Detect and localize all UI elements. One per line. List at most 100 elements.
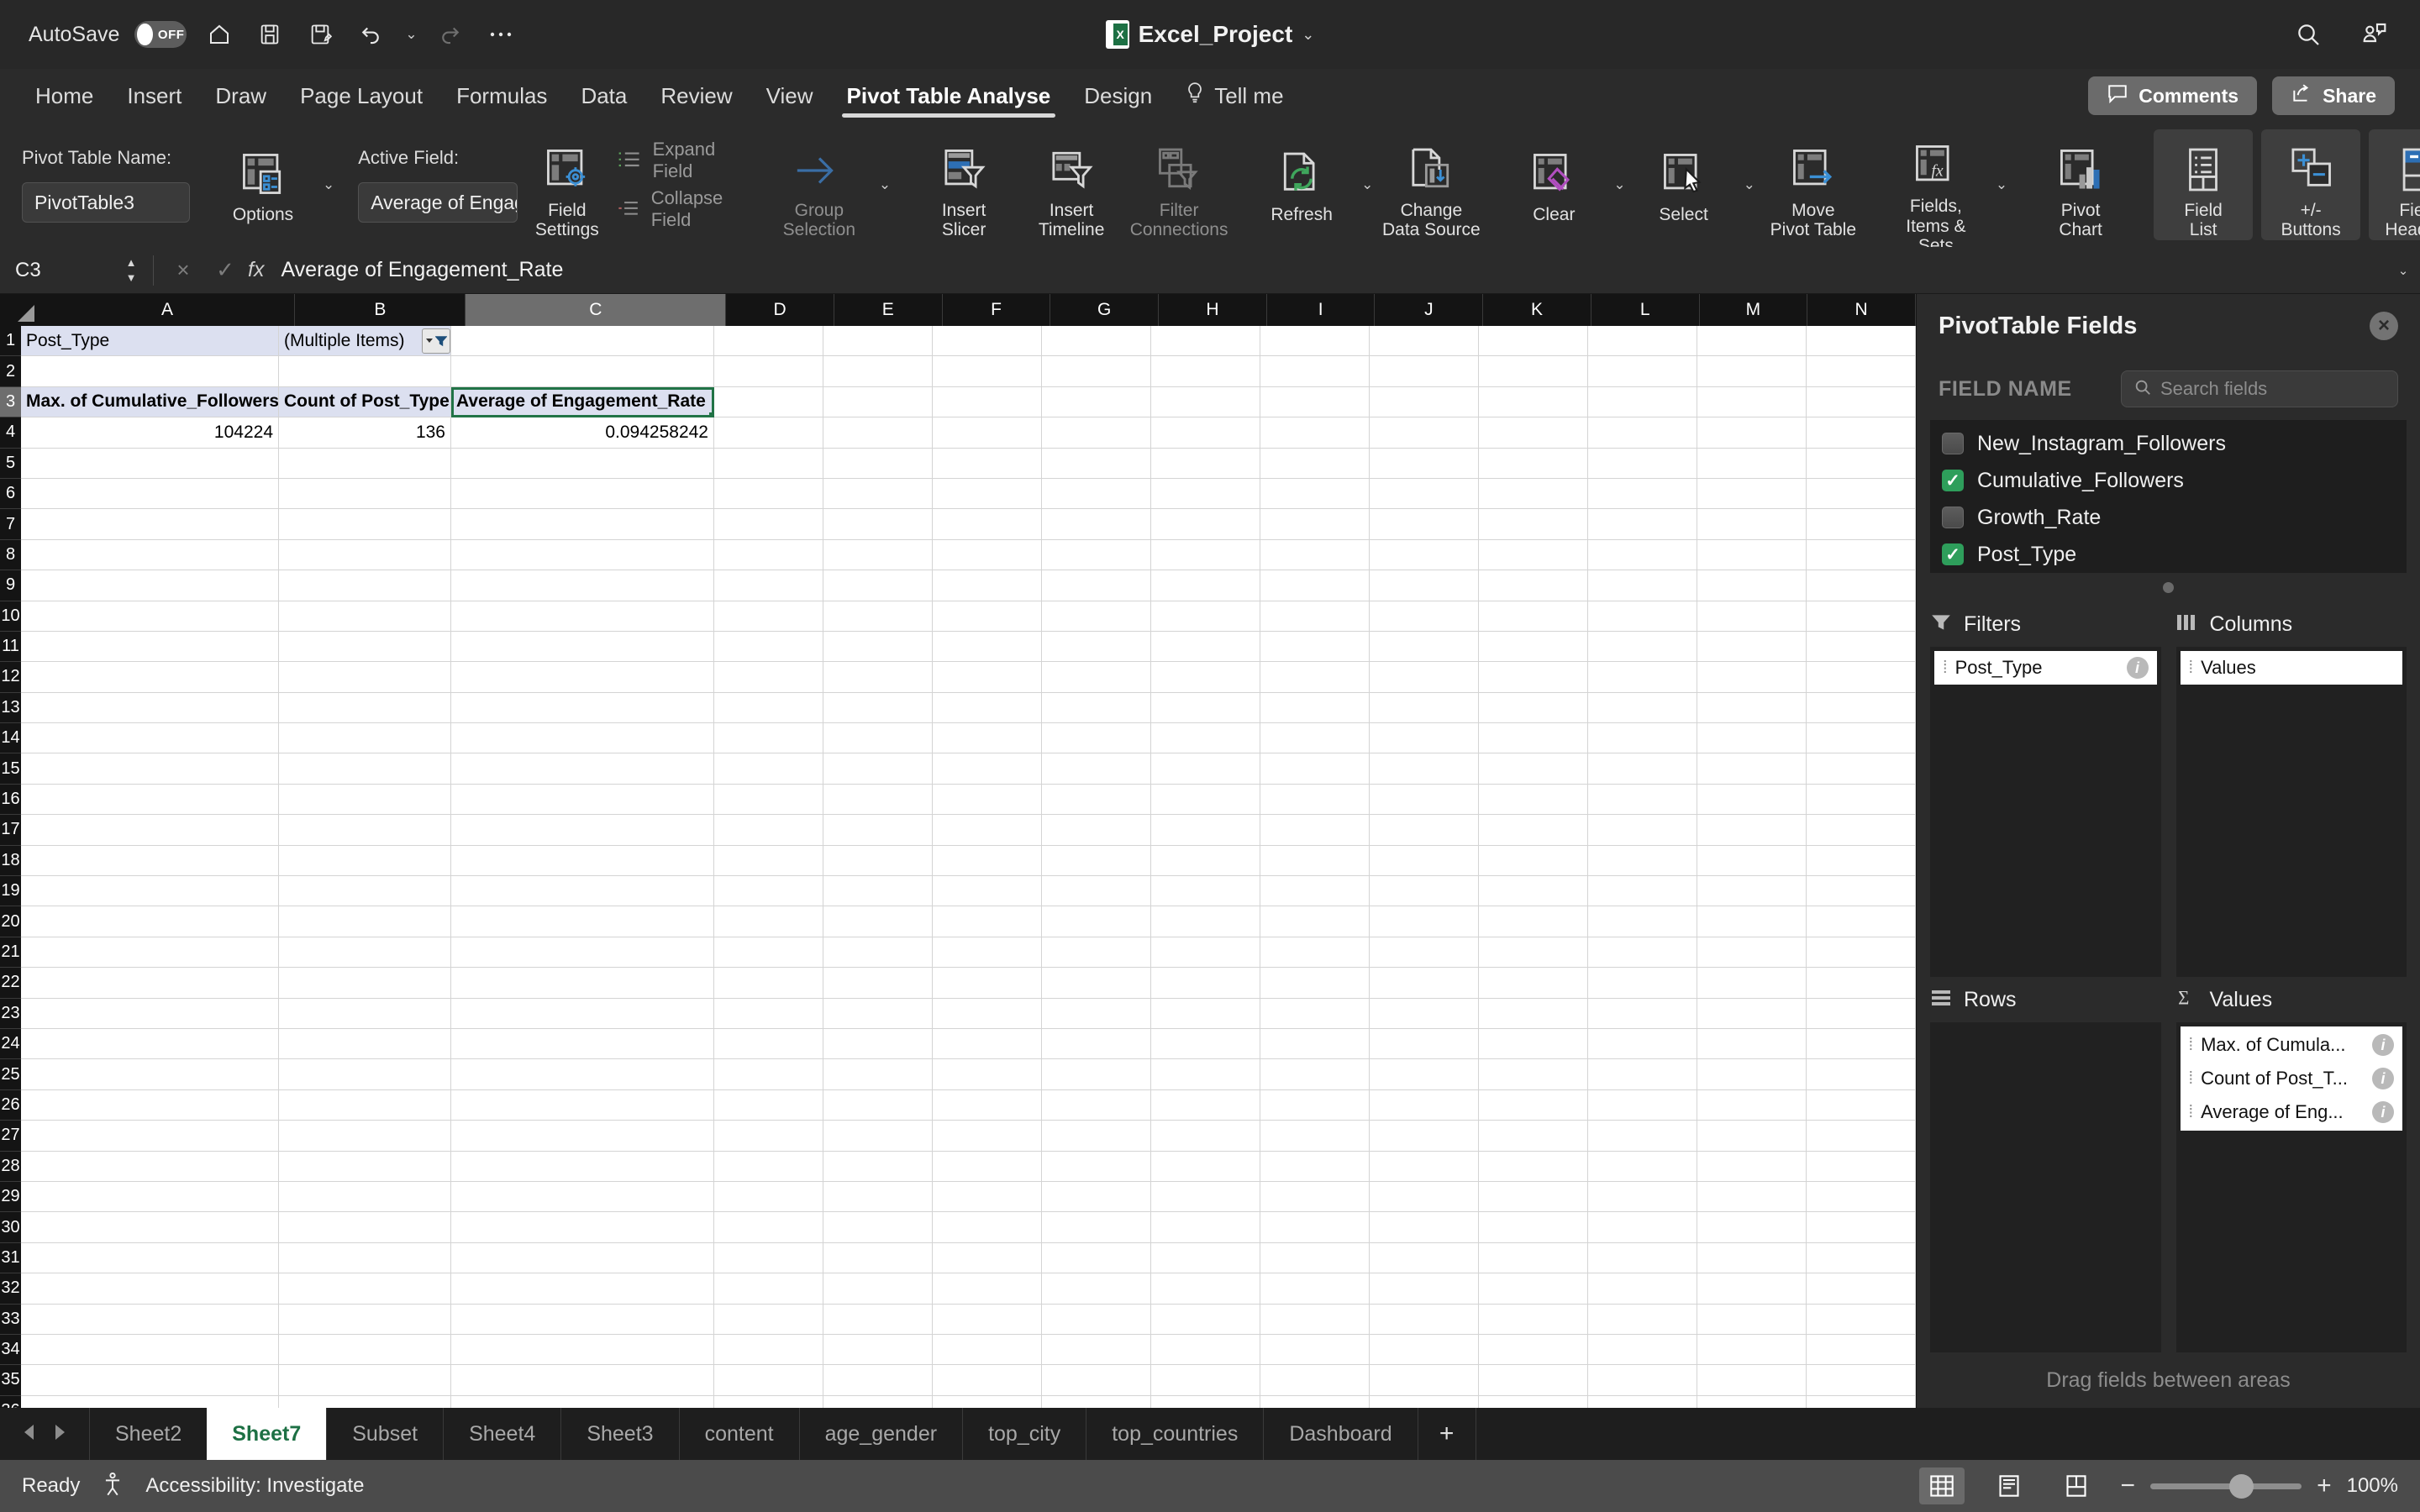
cell-a24[interactable]: [21, 1028, 279, 1060]
filter-chip-post-type[interactable]: ⁞ Post_Type i: [1934, 651, 2157, 685]
cell-c8[interactable]: [451, 539, 714, 571]
refresh-dropdown-caret[interactable]: ⌄: [1361, 176, 1373, 193]
row-header-31[interactable]: 31: [0, 1242, 21, 1274]
cell-a28[interactable]: [21, 1151, 279, 1182]
cell-j6[interactable]: [1370, 478, 1479, 510]
cell-j5[interactable]: [1370, 448, 1479, 479]
cell-l10[interactable]: [1588, 601, 1697, 632]
cell-h14[interactable]: [1151, 723, 1260, 754]
sheet-nav-arrows[interactable]: [0, 1408, 89, 1460]
cell-h36[interactable]: [1151, 1395, 1260, 1408]
collapse-field-button[interactable]: Collapse Field: [616, 186, 745, 232]
group-dropdown-caret[interactable]: ⌄: [879, 176, 891, 193]
cell-c6[interactable]: [451, 478, 714, 510]
field-list-button[interactable]: Field List: [2154, 129, 2254, 240]
cell-b17[interactable]: [279, 815, 451, 846]
tab-review[interactable]: Review: [644, 69, 749, 123]
cell-l32[interactable]: [1588, 1273, 1697, 1305]
refresh-button[interactable]: Refresh: [1252, 129, 1351, 240]
cell-m12[interactable]: [1697, 662, 1807, 693]
cell-d34[interactable]: [714, 1334, 823, 1366]
cell-g16[interactable]: [1042, 784, 1151, 816]
row-header-18[interactable]: 18: [0, 845, 21, 877]
cell-i33[interactable]: [1260, 1304, 1370, 1335]
cell-e24[interactable]: [823, 1028, 933, 1060]
cell-n36[interactable]: [1807, 1395, 1916, 1408]
row-header-12[interactable]: 12: [0, 662, 21, 693]
cell-e21[interactable]: [823, 937, 933, 969]
cell-a29[interactable]: [21, 1181, 279, 1213]
cell-n21[interactable]: [1807, 937, 1916, 969]
cell-i19[interactable]: [1260, 876, 1370, 907]
cell-j18[interactable]: [1370, 845, 1479, 877]
cell-k12[interactable]: [1479, 662, 1588, 693]
cell-l27[interactable]: [1588, 1121, 1697, 1152]
cell-n17[interactable]: [1807, 815, 1916, 846]
cell-d36[interactable]: [714, 1395, 823, 1408]
tab-insert[interactable]: Insert: [110, 69, 198, 123]
cell-c33[interactable]: [451, 1304, 714, 1335]
cell-a11[interactable]: [21, 631, 279, 663]
cell-g18[interactable]: [1042, 845, 1151, 877]
cell-e8[interactable]: [823, 539, 933, 571]
cell-n28[interactable]: [1807, 1151, 1916, 1182]
cell-k26[interactable]: [1479, 1089, 1588, 1121]
cell-m13[interactable]: [1697, 692, 1807, 724]
cell-m28[interactable]: [1697, 1151, 1807, 1182]
cell-e11[interactable]: [823, 631, 933, 663]
cell-k36[interactable]: [1479, 1395, 1588, 1408]
cell-g28[interactable]: [1042, 1151, 1151, 1182]
undo-icon[interactable]: [353, 17, 388, 52]
cell-f16[interactable]: [933, 784, 1042, 816]
cell-n8[interactable]: [1807, 539, 1916, 571]
row-header-34[interactable]: 34: [0, 1334, 21, 1366]
row-header-15[interactable]: 15: [0, 753, 21, 785]
cell-m10[interactable]: [1697, 601, 1807, 632]
cell-b3[interactable]: Count of Post_Type: [279, 386, 451, 418]
row-header-33[interactable]: 33: [0, 1304, 21, 1335]
cell-n14[interactable]: [1807, 723, 1916, 754]
tab-data[interactable]: Data: [564, 69, 644, 123]
cell-a22[interactable]: [21, 968, 279, 999]
cell-j21[interactable]: [1370, 937, 1479, 969]
cell-n5[interactable]: [1807, 448, 1916, 479]
fields-dropdown-caret[interactable]: ⌄: [1996, 176, 2007, 193]
cell-i1[interactable]: [1260, 326, 1370, 357]
cell-a23[interactable]: [21, 998, 279, 1029]
cell-l14[interactable]: [1588, 723, 1697, 754]
cell-m26[interactable]: [1697, 1089, 1807, 1121]
cell-a10[interactable]: [21, 601, 279, 632]
cell-j22[interactable]: [1370, 968, 1479, 999]
cell-g8[interactable]: [1042, 539, 1151, 571]
cell-e23[interactable]: [823, 998, 933, 1029]
cell-c5[interactable]: [451, 448, 714, 479]
cell-d20[interactable]: [714, 906, 823, 937]
cell-k8[interactable]: [1479, 539, 1588, 571]
cell-d23[interactable]: [714, 998, 823, 1029]
accessibility-icon[interactable]: [102, 1472, 124, 1501]
cell-g22[interactable]: [1042, 968, 1151, 999]
cell-m21[interactable]: [1697, 937, 1807, 969]
cell-j3[interactable]: [1370, 386, 1479, 418]
info-icon[interactable]: i: [2372, 1034, 2394, 1056]
cell-a13[interactable]: [21, 692, 279, 724]
column-header-c[interactable]: C: [466, 294, 727, 326]
cell-h16[interactable]: [1151, 784, 1260, 816]
cell-b14[interactable]: [279, 723, 451, 754]
cell-e30[interactable]: [823, 1212, 933, 1243]
cell-e6[interactable]: [823, 478, 933, 510]
cell-b35[interactable]: [279, 1365, 451, 1396]
column-header-i[interactable]: I: [1266, 294, 1376, 326]
sheet-prev-icon[interactable]: [22, 1422, 37, 1446]
cell-i31[interactable]: [1260, 1242, 1370, 1274]
cell-c15[interactable]: [451, 753, 714, 785]
close-icon[interactable]: ×: [2370, 312, 2398, 340]
tab-view[interactable]: View: [750, 69, 830, 123]
cell-f34[interactable]: [933, 1334, 1042, 1366]
cell-l18[interactable]: [1588, 845, 1697, 877]
cell-b32[interactable]: [279, 1273, 451, 1305]
cell-i24[interactable]: [1260, 1028, 1370, 1060]
cell-j34[interactable]: [1370, 1334, 1479, 1366]
sheet-next-icon[interactable]: [52, 1422, 67, 1446]
value-chip-average-engagement[interactable]: ⁞ Average of Eng... i: [2180, 1095, 2402, 1129]
